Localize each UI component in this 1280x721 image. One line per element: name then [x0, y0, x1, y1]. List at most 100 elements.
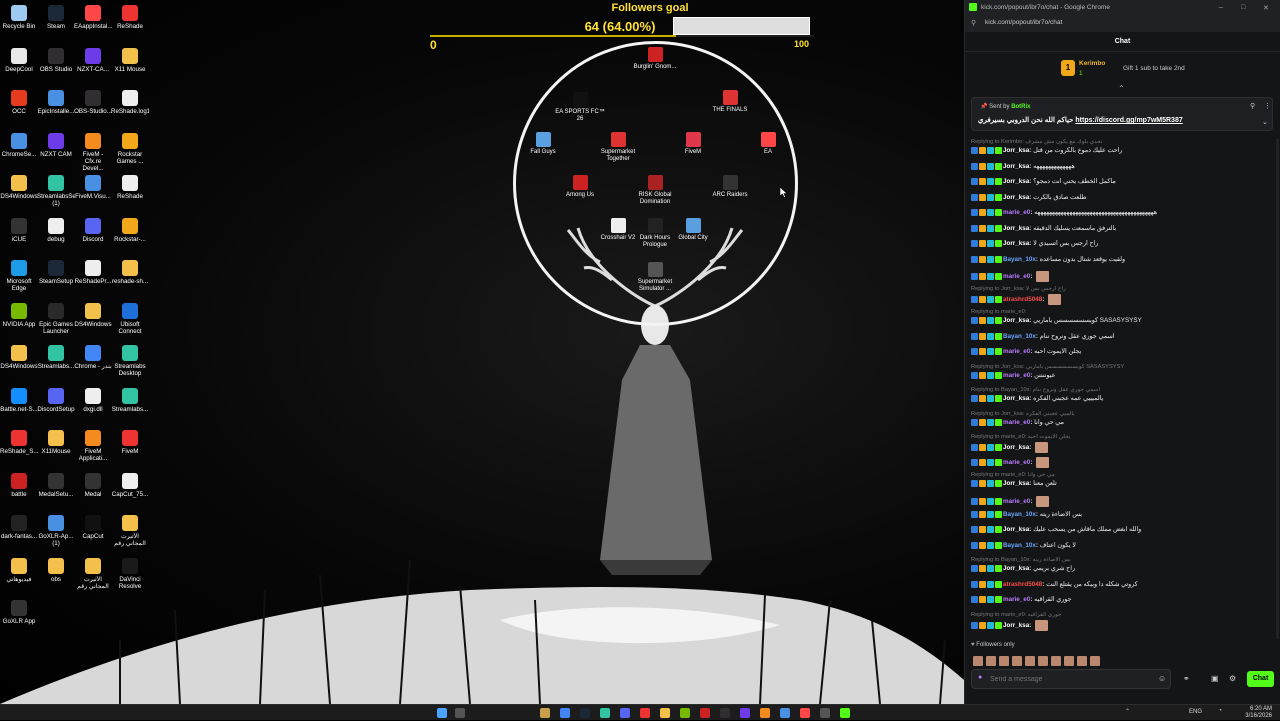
chat-message-input[interactable] — [990, 674, 1140, 685]
pinned-link[interactable]: https://discord.gg/mp7wM5R387 — [1075, 117, 1182, 124]
desktop-icon[interactable]: CapCut — [74, 515, 112, 540]
taskbar-app-icon[interactable] — [700, 708, 710, 718]
chat-username[interactable]: Bayan_10x — [1003, 511, 1036, 518]
desktop-icon[interactable]: Recycle Bin — [0, 5, 38, 30]
chat-username[interactable]: marie_e0 — [1003, 273, 1030, 280]
desktop-icon[interactable]: Medal — [74, 472, 112, 498]
desktop-icon[interactable]: OBS-Studio... — [74, 90, 112, 115]
chat-username[interactable]: Jorr_ksa — [1003, 178, 1029, 185]
taskbar-app-icon[interactable] — [760, 708, 770, 718]
reply-context[interactable]: Replying to Bayan_10x: اسمي جوري عقل ونر… — [971, 387, 1271, 394]
desktop-icon[interactable]: ReShade.log1 — [111, 90, 149, 115]
taskbar-app-icon[interactable] — [840, 708, 850, 718]
collapse-chevron-icon[interactable]: ⌃ — [1118, 84, 1125, 93]
taskbar-app-icon[interactable] — [720, 708, 730, 718]
chat-username[interactable]: atrashrd5048 — [1003, 581, 1042, 588]
shortcut-icon[interactable]: Supermarket Together — [590, 132, 646, 163]
bookmark-icon[interactable]: ▣ — [1211, 674, 1219, 683]
taskbar-app-icon[interactable] — [820, 708, 830, 718]
desktop-icon[interactable]: FiveM.Visu... — [74, 175, 112, 200]
taskbar-app-icon[interactable] — [560, 708, 570, 718]
desktop-icon[interactable]: Steam — [37, 5, 75, 30]
more-options-icon[interactable]: ⋮ — [1264, 102, 1271, 110]
chat-scrollbar[interactable] — [1276, 139, 1279, 639]
desktop-icon[interactable]: الأثيرت المجاني رقم — [111, 515, 149, 547]
reply-context[interactable]: Replying to marie_e0: مي حي وانا — [971, 472, 1271, 479]
chat-username[interactable]: marie_e0 — [1003, 209, 1030, 216]
chat-username[interactable]: Jorr_ksa — [1003, 225, 1029, 232]
search-icon[interactable] — [455, 708, 465, 718]
address-bar[interactable]: ⚲ kick.com/popout/ibr7o/chat — [965, 15, 1280, 32]
emote-icon[interactable] — [1051, 656, 1061, 666]
desktop-icon[interactable]: X11Mouse — [37, 430, 75, 455]
unpin-icon[interactable]: ⚲ — [1250, 102, 1255, 110]
chat-username[interactable]: Jorr_ksa — [1003, 147, 1029, 154]
clock-date[interactable]: 3/16/2026 — [1232, 713, 1272, 719]
close-icon[interactable]: ✕ — [1263, 4, 1269, 12]
desktop-icon[interactable]: MedalSetu... — [37, 472, 75, 498]
shortcut-icon[interactable]: Supermarket Simulator ... — [627, 262, 683, 293]
clock-time[interactable]: 6:20 AM — [1232, 706, 1272, 712]
desktop-icon[interactable]: debug — [37, 217, 75, 243]
windows-start-icon[interactable] — [437, 708, 447, 718]
reply-context[interactable]: Replying to Jorr_ksa: كويسسسسسس ياماريي … — [971, 364, 1271, 371]
chat-username[interactable]: Jorr_ksa — [1003, 194, 1029, 201]
emote-icon[interactable] — [1064, 656, 1074, 666]
taskbar-app-icon[interactable] — [680, 708, 690, 718]
desktop-icon[interactable]: iCUE — [0, 217, 38, 243]
desktop-icon[interactable]: ReShade_S... — [0, 430, 38, 455]
desktop-icon[interactable]: NVIDIA App — [0, 302, 38, 328]
shortcut-icon[interactable]: Global City — [665, 218, 721, 242]
reply-context[interactable]: Replying to marie_e0: جوري القراقيه — [971, 612, 1271, 619]
desktop-icon[interactable]: Ubisoft Connect — [111, 302, 149, 335]
taskbar-app-icon[interactable] — [780, 708, 790, 718]
emote-icon[interactable] — [1012, 656, 1022, 666]
chat-username[interactable]: Bayan_10x — [1003, 256, 1036, 263]
desktop-icon[interactable]: X11 Mouse — [111, 47, 149, 73]
site-info-icon[interactable]: ⚲ — [971, 19, 976, 27]
microphone-icon[interactable]: ● — [978, 674, 982, 681]
chat-username[interactable]: Bayan_10x — [1003, 333, 1036, 340]
desktop-icon[interactable]: CapCut_75... — [111, 472, 149, 498]
desktop-icon[interactable]: DeepCool — [0, 47, 38, 73]
chat-username[interactable]: Jorr_ksa — [1003, 444, 1029, 451]
chat-username[interactable]: Bayan_10x — [1003, 542, 1036, 549]
chat-username[interactable]: marie_e0 — [1003, 459, 1030, 466]
desktop-icon[interactable]: SteamSetup — [37, 260, 75, 285]
desktop-icon[interactable]: DaVinci Resolve — [111, 557, 149, 590]
chat-username[interactable]: Jorr_ksa — [1003, 526, 1029, 533]
taskbar-app-icon[interactable] — [580, 708, 590, 718]
taskbar-app-icon[interactable] — [800, 708, 810, 718]
desktop-icon[interactable]: EpicInstalle... — [37, 90, 75, 115]
emoji-icon[interactable]: ☺ — [1158, 674, 1166, 683]
emote-bar[interactable] — [973, 653, 1273, 666]
settings-gear-icon[interactable]: ⚙ — [1229, 674, 1236, 683]
shortcut-icon[interactable]: RISK Global Domination — [627, 175, 683, 206]
chat-username[interactable]: marie_e0 — [1003, 372, 1030, 379]
desktop-icon[interactable]: فيديوهاتي — [0, 557, 38, 583]
desktop-icon[interactable]: OCC — [0, 90, 38, 115]
reply-context[interactable]: Replying to marie_e0: يجلن الايموت احبه — [971, 434, 1271, 441]
chat-username[interactable]: marie_e0 — [1003, 348, 1030, 355]
chat-username[interactable]: Jorr_ksa — [1003, 317, 1029, 324]
reply-context[interactable]: Replying to Bayan_10x: بس الاضاءة ريته — [971, 557, 1271, 564]
chat-username[interactable]: Jorr_ksa — [1003, 622, 1029, 629]
desktop-icon[interactable]: ChromeSe... — [0, 132, 38, 158]
chat-username[interactable]: marie_e0 — [1003, 498, 1030, 505]
reply-context[interactable]: Replying to Jorr_ksa: يالميي عجبني الفكر… — [971, 411, 1271, 418]
desktop-icon[interactable]: Chrome - بندر — [74, 345, 112, 370]
taskbar-app-icon[interactable] — [620, 708, 630, 718]
shortcut-icon[interactable]: Burglin' Gnom... — [627, 47, 683, 71]
gift-icon[interactable]: ⚭ — [1183, 674, 1190, 683]
desktop-icon[interactable]: Battle.net-S... — [0, 387, 38, 413]
shortcut-icon[interactable]: ARC Raiders — [702, 175, 758, 199]
emote-icon[interactable] — [1038, 656, 1048, 666]
desktop-icon[interactable]: GoXLR-Ap... (1) — [37, 515, 75, 547]
desktop-icon[interactable]: NZXT-CA... — [74, 47, 112, 73]
desktop-icon[interactable]: DS4Windows — [74, 302, 112, 328]
minimize-icon[interactable]: – — [1219, 4, 1223, 11]
desktop-icon[interactable]: DS4Windows — [0, 175, 38, 200]
chat-input-box[interactable]: ● ☺ — [971, 669, 1171, 689]
taskbar-app-icon[interactable] — [540, 708, 550, 718]
reply-context[interactable]: Replying to Kerimbo: تحدي بلوك مع يكون م… — [971, 139, 1271, 146]
